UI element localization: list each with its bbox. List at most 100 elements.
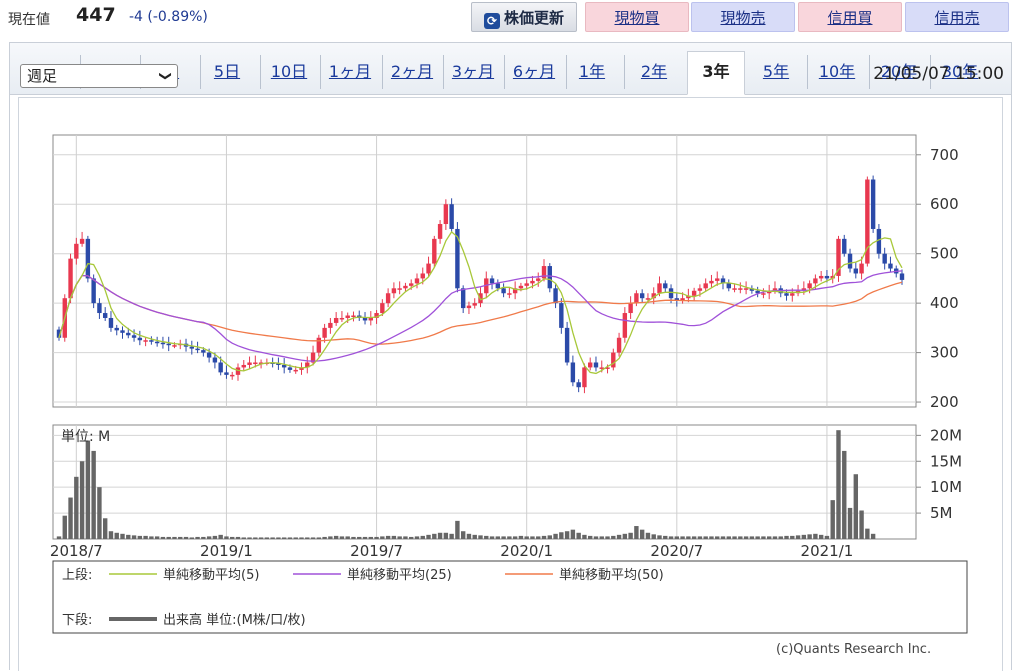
candle-body (882, 253, 887, 264)
volume-bar (738, 536, 743, 539)
stock-chart: 200 300 400 500 600 700 5M 10M 15M 20M 2018/7 2019/… (50, 134, 968, 634)
candle-body (172, 345, 177, 347)
volume-bar (137, 535, 143, 539)
candle-body (813, 278, 818, 284)
candle-body (160, 342, 166, 345)
volume-bar (680, 536, 685, 539)
candle-body (524, 283, 529, 286)
candle-body (588, 362, 593, 368)
volume-bar (772, 536, 778, 539)
candle-body (593, 362, 599, 368)
volume-bar (553, 533, 558, 539)
candle-body (403, 285, 408, 289)
volume-bar (189, 537, 195, 539)
volume-bar (426, 534, 431, 539)
volume-bar (85, 440, 91, 539)
candle-body (715, 278, 720, 281)
candle-body (726, 283, 731, 289)
candle-body (738, 288, 743, 290)
volume-bar (853, 474, 859, 539)
volume-bar (345, 536, 350, 539)
candle-body (385, 293, 391, 304)
candle-body (853, 268, 859, 274)
volume-bar (74, 476, 79, 539)
candle-body (189, 346, 195, 349)
volume-bar (709, 536, 714, 539)
volume-bar (368, 536, 373, 539)
volume-bar (293, 537, 298, 539)
volume-bar (235, 536, 241, 539)
candle-body (576, 382, 581, 388)
volume-bar (524, 536, 529, 539)
volume-bar (484, 535, 489, 539)
candle-body (391, 288, 397, 294)
volume-bar (195, 536, 200, 539)
candle-body (241, 364, 246, 368)
volume-bar (766, 536, 772, 539)
volume-bar (541, 535, 547, 539)
volume-tick-label: 5M (930, 504, 953, 522)
volume-bar (686, 536, 691, 539)
candle-body (518, 285, 524, 289)
candle-body (166, 343, 171, 346)
copyright: (c)Quants Research Inc. (776, 642, 932, 657)
candle-body (697, 288, 703, 291)
volume-bar (120, 533, 125, 539)
candle-body (143, 340, 148, 342)
volume-bar (362, 536, 368, 539)
candle-body (328, 322, 333, 328)
legend-lower-label: 下段: (62, 613, 92, 628)
candle-body (206, 352, 212, 358)
candle-body (564, 327, 570, 363)
candle-body (443, 204, 449, 225)
volume-bar (397, 536, 402, 539)
candle-body (888, 263, 893, 269)
candle-body (126, 332, 131, 336)
volume-bar (206, 536, 212, 539)
volume-bar (154, 536, 160, 539)
volume-bar (605, 536, 610, 539)
volume-bar (281, 537, 287, 539)
candle-body (339, 317, 345, 320)
candle-body (102, 313, 108, 318)
volume-bar (172, 536, 177, 539)
candle-body (97, 303, 102, 314)
volume-bar (726, 536, 731, 539)
candle-body (68, 258, 73, 299)
legend-ma25-label: 単純移動平均(25) (347, 567, 452, 583)
volume-bar (593, 536, 599, 539)
candle-body (432, 238, 437, 264)
volume-bar (131, 535, 137, 539)
candle-body (253, 362, 258, 364)
candle-body (420, 273, 425, 279)
volume-bar (466, 533, 472, 539)
candle-body (507, 293, 512, 295)
candle-body (732, 288, 737, 290)
candle-body (380, 303, 385, 314)
candle-body (807, 283, 812, 289)
volume-bar (276, 537, 281, 539)
time-tick-label: 2020/7 (650, 542, 703, 560)
volume-bar (328, 536, 333, 539)
candle-body (489, 278, 495, 284)
volume-bar (512, 536, 518, 539)
volume-tick-label: 20M (930, 426, 962, 444)
volume-bar (437, 532, 443, 539)
price-tick-label: 500 (930, 245, 959, 263)
candle-body (201, 350, 206, 353)
volume-plot-frame (52, 424, 917, 540)
volume-bar (322, 536, 327, 539)
volume-bar (582, 534, 587, 539)
volume-bar (385, 535, 391, 539)
volume-bar (570, 529, 576, 539)
volume-bar (870, 533, 876, 539)
candle-body (870, 179, 876, 229)
volume-bar (790, 535, 795, 539)
volume-bar (472, 534, 477, 539)
volume-bar (813, 533, 818, 539)
volume-bar (778, 536, 783, 539)
volume-bar (622, 533, 628, 539)
candle-body (230, 374, 235, 377)
volume-bar (611, 535, 616, 539)
volume-bar (599, 536, 604, 539)
